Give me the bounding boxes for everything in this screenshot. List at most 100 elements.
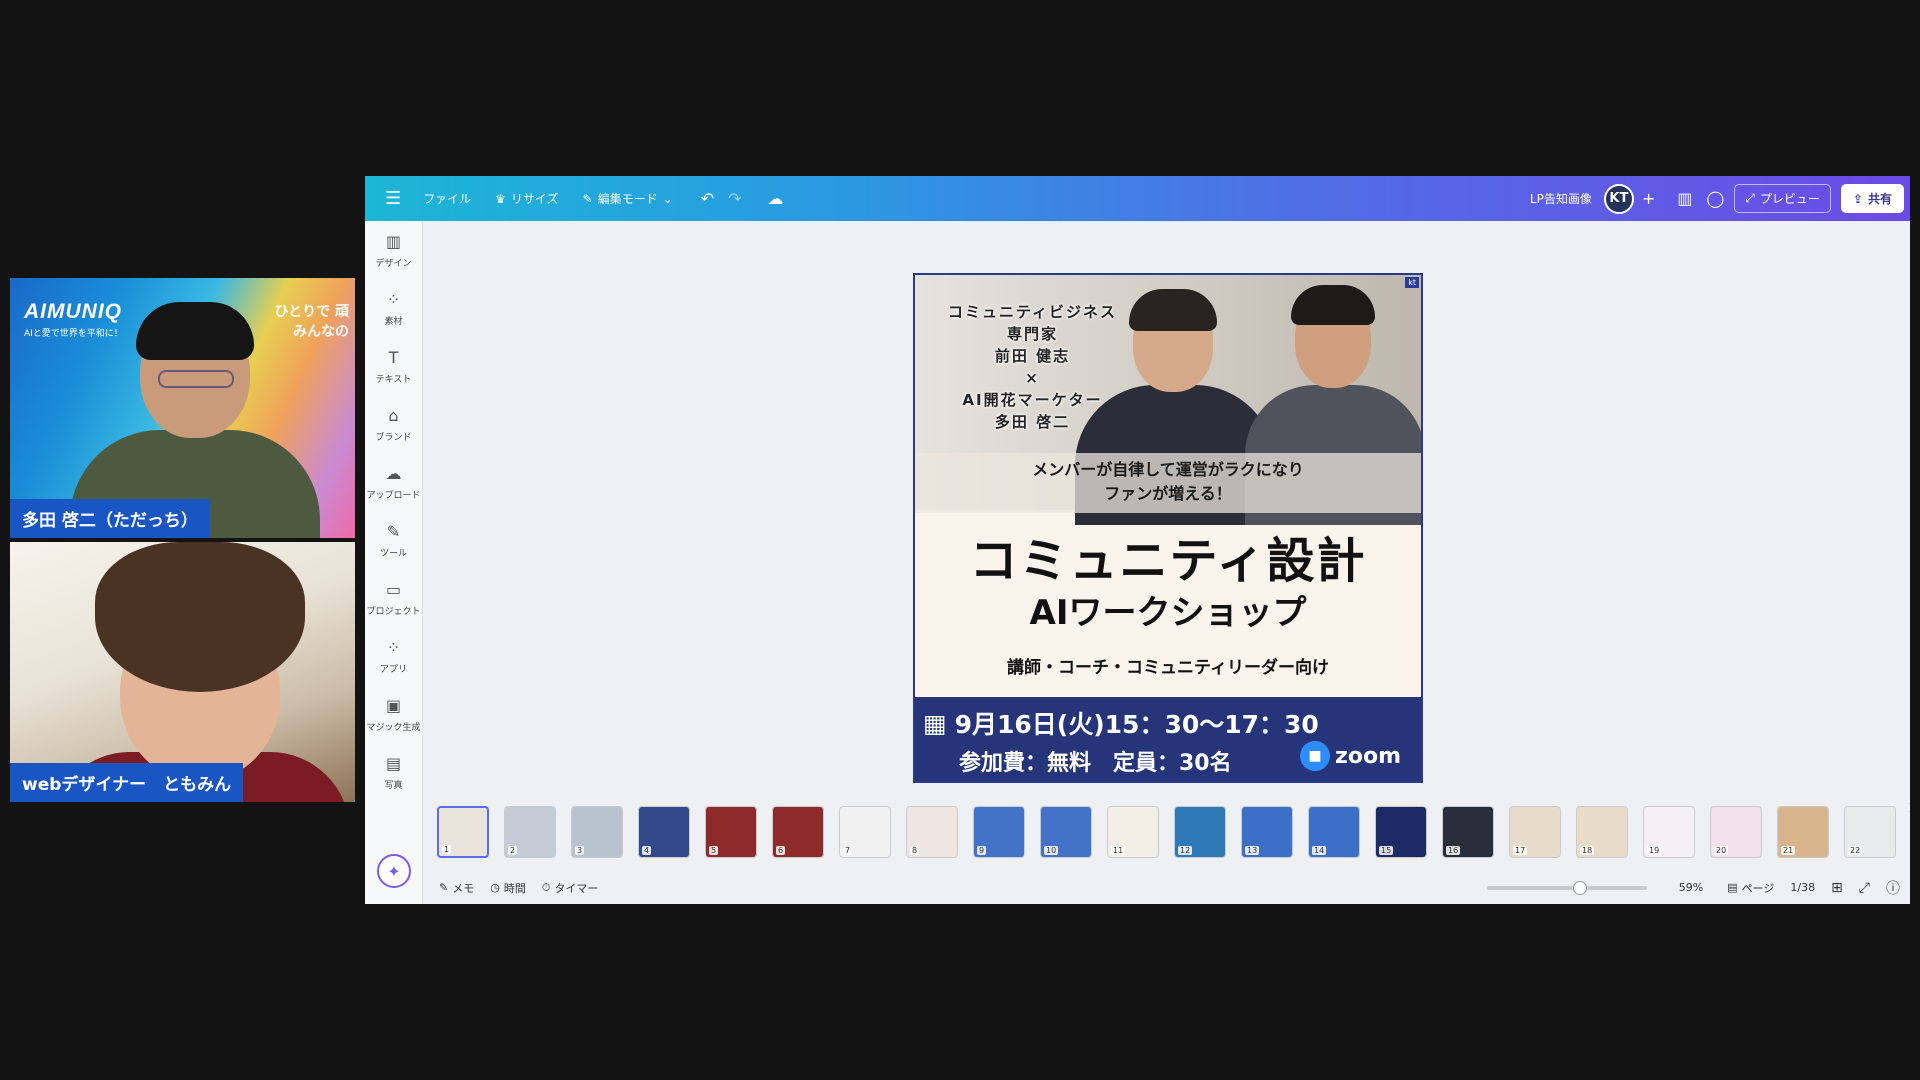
sidebar-item-tools[interactable]: ✎ ツール [365, 511, 422, 569]
aimuniq-logo: AIMUNIQ [24, 300, 122, 323]
design-canvas[interactable]: kt コミュニティビジネス 専門家 前田 健志 × AI開花マーケター 多田 啓… [913, 273, 1423, 783]
sidebar-item-projects[interactable]: ▭ プロジェクト [365, 569, 422, 627]
page-number: 5 [709, 846, 719, 855]
share-button[interactable]: ⇪ 共有 [1840, 184, 1904, 213]
speaker-line: 前田 健志 [994, 347, 1071, 365]
sidebar-item-label: 素材 [384, 316, 403, 327]
page-thumbnail[interactable]: 21 [1777, 806, 1829, 858]
page-thumbnail[interactable]: 15 [1375, 806, 1427, 858]
page-thumbnail[interactable]: 13 [1241, 806, 1293, 858]
chevron-down-icon: ⌄ [662, 191, 673, 206]
sidebar-item-elements[interactable]: ⁘ 素材 [365, 279, 422, 337]
participant-video-tadacchi[interactable]: AIMUNIQ AIと愛で世界を平和に！ ひとりで 頑 みんなの 多田 啓二（た… [10, 278, 355, 538]
page-number: 6 [776, 846, 786, 855]
duration-label: 時間 [503, 881, 526, 895]
speaker-line: × [1025, 369, 1040, 387]
duration-button[interactable]: ◷ 時間 [490, 880, 526, 896]
zoom-slider[interactable] [1486, 880, 1647, 895]
page-count: 1/38 [1790, 881, 1816, 894]
preview-label: プレビュー [1759, 192, 1820, 206]
page-number: 22 [1848, 846, 1863, 855]
magic-assistant-icon[interactable]: ✦ [377, 854, 411, 888]
page-thumbnail[interactable]: 9 [973, 806, 1025, 858]
sidebar-item-upload[interactable]: ☁ アップロード [365, 453, 422, 511]
page-number: 14 [1312, 846, 1327, 855]
help-icon[interactable]: ⓘ [1886, 878, 1900, 898]
page-number: 16 [1446, 846, 1461, 855]
speaker-line: 多田 啓二 [994, 413, 1071, 431]
page-thumbnail[interactable]: 3 [571, 806, 623, 858]
page-number: 4 [642, 846, 652, 855]
pages-icon: ▤ [1727, 881, 1738, 894]
edit-mode-dropdown[interactable]: ✎ 編集モード ⌄ [583, 190, 673, 207]
elements-icon: ⁘ [386, 289, 401, 309]
page-thumbnail[interactable]: 7 [839, 806, 891, 858]
sidebar-item-brand[interactable]: ⌂ ブランド [365, 395, 422, 453]
participant-glasses [158, 370, 234, 388]
page-number: 7 [843, 846, 853, 855]
comment-icon[interactable]: ◯ [1706, 189, 1724, 208]
page-number: 20 [1714, 846, 1729, 855]
page-thumbnail[interactable]: 8 [906, 806, 958, 858]
add-collaborator-button[interactable]: + [1642, 189, 1655, 208]
speaker-line: コミュニティビジネス [947, 303, 1118, 321]
event-info-bar: ▦ 9月16日(火)15：30〜17：30 参加費：無料 定員：30名 ■ zo… [915, 697, 1421, 781]
page-thumbnail[interactable]: 19 [1643, 806, 1695, 858]
page-thumbnail[interactable]: 14 [1308, 806, 1360, 858]
page-thumbnail[interactable]: 6 [772, 806, 824, 858]
timer-button[interactable]: ⏱ タイマー [542, 880, 599, 896]
sidebar-item-label: デザイン [375, 258, 412, 269]
aimuniq-tagline: AIと愛で世界を平和に！ [24, 329, 123, 339]
page-number: 21 [1781, 846, 1796, 855]
page-thumbnail[interactable]: 2 [504, 806, 556, 858]
insights-chart-icon[interactable]: ▥ [1677, 189, 1692, 208]
page-thumbnail[interactable]: 16 [1442, 806, 1494, 858]
page-thumbnail[interactable]: 12 [1174, 806, 1226, 858]
cloud-save-icon[interactable]: ☁ [768, 189, 784, 208]
fullscreen-icon[interactable]: ⤢ [1859, 880, 1870, 896]
page-thumbnail[interactable]: 5 [705, 806, 757, 858]
undo-icon[interactable]: ↶ [701, 189, 714, 208]
speaker-line: 専門家 [1006, 325, 1058, 343]
share-label: 共有 [1867, 192, 1892, 206]
page-thumbnail[interactable]: 22 [1844, 806, 1896, 858]
participant-hair [136, 302, 254, 360]
page-thumbnail[interactable]: 18 [1576, 806, 1628, 858]
participant-video-tomomin[interactable]: webデザイナー ともみん [10, 542, 355, 802]
sidebar-item-label: アプリ [379, 664, 407, 675]
resize-button[interactable]: ♛ リサイズ [495, 190, 558, 207]
page-thumbnail[interactable]: 20 [1710, 806, 1762, 858]
design-subtitle: AIワークショップ [1029, 593, 1307, 633]
sidebar-item-text[interactable]: T テキスト [365, 337, 422, 395]
document-title[interactable]: LP告知画像 [1530, 190, 1592, 207]
design-editor-window: ☰ ファイル ♛ リサイズ ✎ 編集モード ⌄ ↶ ↷ ☁ LP告知画像 KT … [365, 176, 1910, 904]
sidebar-item-apps[interactable]: ⁘ アプリ [365, 627, 422, 685]
banner-text-line-2: みんなの [293, 324, 349, 340]
page-thumbnail[interactable]: 1 [437, 806, 489, 858]
page-thumbnail-strip: 1 2 3 4 5 6 7 8 9 10 11 12 13 14 15 16 17 18 19 20 21 22 [437, 806, 1902, 858]
sidebar-item-design[interactable]: ▥ デザイン [365, 221, 422, 279]
preview-button[interactable]: ⤢ プレビュー [1734, 184, 1831, 213]
menu-icon[interactable]: ☰ [385, 188, 401, 209]
event-date: 9月16日(火)15：30〜17：30 [954, 710, 1319, 739]
file-menu[interactable]: ファイル [423, 190, 471, 207]
page-thumbnail[interactable]: 10 [1040, 806, 1092, 858]
grid-view-icon[interactable]: ⊞ [1831, 880, 1843, 896]
user-avatar[interactable]: KT [1603, 183, 1634, 214]
pencil-icon: ✎ [582, 191, 593, 206]
zoom-level[interactable]: 59% [1679, 881, 1703, 894]
notes-button[interactable]: ✎ メモ [439, 880, 474, 896]
brand-icon: ⌂ [388, 405, 399, 425]
page-number: 8 [910, 846, 920, 855]
page-thumbnail[interactable]: 17 [1509, 806, 1561, 858]
pages-view-button[interactable]: ▤ ページ [1727, 880, 1774, 896]
page-thumbnail[interactable]: 4 [638, 806, 690, 858]
sidebar-item-magic-media[interactable]: ▣ マジック生成 [365, 685, 422, 743]
page-number: 12 [1178, 846, 1193, 855]
design-tagline: メンバーが自律して運営がラクになり ファンが増える！ [915, 453, 1421, 513]
zoom-slider-handle[interactable] [1572, 880, 1587, 895]
sidebar-item-photos[interactable]: ▤ 写真 [365, 743, 422, 801]
redo-icon[interactable]: ↷ [728, 189, 741, 208]
speaker-tada-hair [1291, 285, 1375, 325]
page-thumbnail[interactable]: 11 [1107, 806, 1159, 858]
